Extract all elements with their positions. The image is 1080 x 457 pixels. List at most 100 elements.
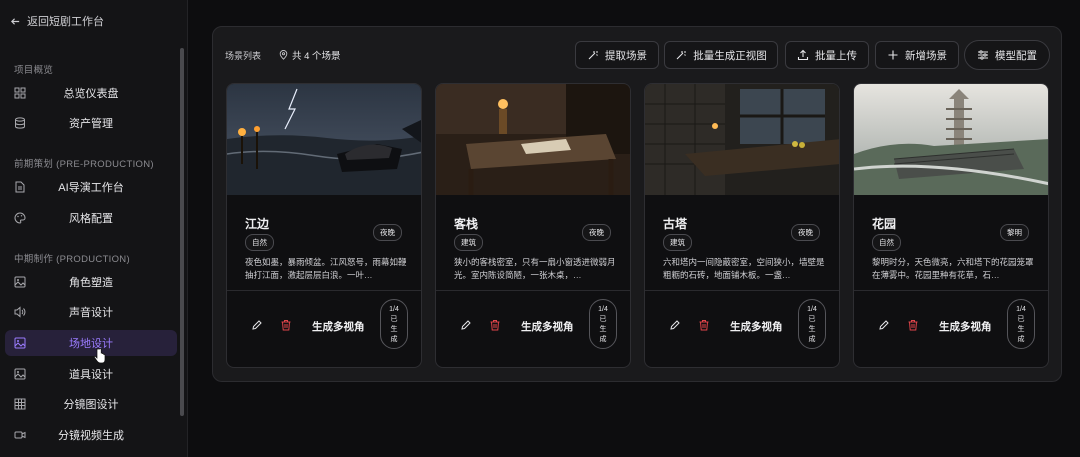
sidebar-item-storyboard[interactable]: 分镜图设计	[5, 391, 177, 417]
button-label: 模型配置	[995, 49, 1037, 62]
pencil-icon[interactable]	[878, 319, 890, 331]
generate-multiview-button[interactable]: 生成多视角	[939, 319, 992, 334]
generate-multiview-button[interactable]: 生成多视角	[521, 319, 574, 334]
scene-card[interactable]: 古塔 建筑 夜晚 六和塔内一间隐蔽密室，空间狭小，墙壁是粗粝的石砖，地面铺木板。…	[644, 83, 840, 368]
sidebar-item-props[interactable]: 道具设计	[5, 361, 177, 387]
progress-badge: 1/4 已 生 成	[798, 299, 826, 349]
progress-text: 已	[599, 316, 607, 323]
batch-upload-button[interactable]: 批量上传	[785, 41, 869, 69]
sliders-icon	[978, 50, 988, 60]
sidebar-item-label: 角色塑造	[69, 277, 113, 289]
scene-card[interactable]: 江边 自然 夜晚 夜色如墨，暴雨倾盆。江风怒号，雨幕如鞭抽打江面，激起层层白浪。…	[226, 83, 422, 368]
generate-multiview-button[interactable]: 生成多视角	[730, 319, 783, 334]
scene-thumbnail[interactable]	[436, 84, 631, 195]
scene-count-label: 共 4 个场景	[292, 51, 341, 62]
time-badge: 夜晚	[373, 224, 402, 241]
section-preproduction: 前期策划 (PRE-PRODUCTION)	[14, 159, 154, 170]
upload-icon	[797, 49, 809, 61]
progress-count: 1/4	[598, 306, 608, 313]
divider	[854, 290, 1048, 291]
progress-badge: 1/4 已 生 成	[589, 299, 617, 349]
sidebar-item-style[interactable]: 风格配置	[5, 205, 177, 231]
scene-name: 花园	[872, 217, 897, 231]
divider	[436, 290, 630, 291]
add-scene-button[interactable]: 新增场景	[875, 41, 959, 69]
scene-description: 黎明时分，天色微亮，六和塔下的花园笼罩在薄雾中。花园里种有花草，石…	[872, 257, 1034, 280]
sidebar-item-sound[interactable]: 声音设计	[5, 299, 177, 325]
category-badge: 建筑	[454, 234, 483, 251]
progress-text: 成	[1017, 336, 1025, 343]
batch-generate-front-view-button[interactable]: 批量生成正视图	[664, 41, 778, 69]
progress-count: 1/4	[1016, 306, 1026, 313]
model-config-button[interactable]: 模型配置	[964, 40, 1050, 70]
sidebar-item-label: 声音设计	[69, 307, 113, 319]
sidebar-item-dashboard[interactable]: 总览仪表盘	[5, 80, 177, 106]
scene-card[interactable]: 客栈 建筑 夜晚 狭小的客栈密室，只有一扇小窗透进微弱月光。室内陈设简陋，一张木…	[435, 83, 631, 368]
scene-name: 江边	[245, 217, 270, 231]
arrow-left-icon	[10, 17, 20, 25]
sidebar-item-label: AI导演工作台	[58, 182, 124, 194]
sidebar-scrollbar[interactable]	[180, 48, 184, 416]
time-badge: 黎明	[1000, 224, 1029, 241]
sidebar-item-assets[interactable]: 资产管理	[5, 110, 177, 136]
pencil-icon[interactable]	[460, 319, 472, 331]
generate-multiview-button[interactable]: 生成多视角	[312, 319, 365, 334]
divider	[645, 290, 839, 291]
time-badge: 夜晚	[582, 224, 611, 241]
sidebar-item-location[interactable]: 场地设计	[5, 330, 177, 356]
scene-thumbnail[interactable]	[645, 84, 840, 195]
extract-scenes-button[interactable]: 提取场景	[575, 41, 659, 69]
trash-icon[interactable]	[280, 319, 292, 331]
section-overview: 项目概览	[14, 65, 54, 76]
progress-badge: 1/4 已 生 成	[380, 299, 408, 349]
button-label: 新增场景	[905, 49, 947, 62]
progress-text: 已	[808, 316, 816, 323]
pencil-icon[interactable]	[251, 319, 263, 331]
magic-wand-icon	[588, 51, 598, 60]
pencil-icon[interactable]	[669, 319, 681, 331]
magic-wand-icon	[676, 51, 687, 60]
sidebar-item-label: 资产管理	[69, 118, 113, 130]
progress-text: 成	[599, 336, 607, 343]
sidebar-item-character[interactable]: 角色塑造	[5, 269, 177, 295]
pointer-cursor-icon	[94, 348, 106, 364]
section-production: 中期制作 (PRODUCTION)	[14, 254, 130, 265]
trash-icon[interactable]	[907, 319, 919, 331]
sidebar: 返回短剧工作台 项目概览 前期策划 (PRE-PRODUCTION) 中期制作 …	[0, 0, 188, 457]
scene-thumbnail[interactable]	[854, 84, 1049, 195]
back-label: 返回短剧工作台	[27, 16, 104, 28]
trash-icon[interactable]	[698, 319, 710, 331]
plus-icon	[888, 50, 898, 60]
sidebar-item-label: 道具设计	[69, 369, 113, 381]
sidebar-item-label: 分镜视频生成	[58, 430, 124, 442]
progress-count: 1/4	[807, 306, 817, 313]
button-label: 批量生成正视图	[693, 49, 767, 62]
scene-thumbnail[interactable]	[227, 84, 422, 195]
progress-text: 生	[808, 326, 816, 333]
back-link[interactable]: 返回短剧工作台	[10, 13, 104, 29]
sidebar-item-label: 分镜图设计	[63, 399, 119, 411]
scene-description: 夜色如墨，暴雨倾盆。江风怒号，雨幕如鞭抽打江面，激起层层白浪。一叶…	[245, 257, 407, 280]
time-badge: 夜晚	[791, 224, 820, 241]
button-label: 提取场景	[605, 49, 647, 62]
trash-icon[interactable]	[489, 319, 501, 331]
category-badge: 自然	[872, 234, 901, 251]
scene-description: 六和塔内一间隐蔽密室，空间狭小，墙壁是粗粝的石砖，地面铺木板。一盏…	[663, 257, 825, 280]
progress-text: 生	[1017, 326, 1025, 333]
sidebar-item-ai-director[interactable]: AI导演工作台	[5, 174, 177, 200]
scene-card[interactable]: 花园 自然 黎明 黎明时分，天色微亮，六和塔下的花园笼罩在薄雾中。花园里种有花草…	[853, 83, 1049, 368]
progress-badge: 1/4 已 生 成	[1007, 299, 1035, 349]
sidebar-item-label: 风格配置	[69, 213, 113, 225]
progress-text: 成	[808, 336, 816, 343]
progress-text: 生	[390, 326, 398, 333]
sidebar-item-video[interactable]: 分镜视频生成	[5, 422, 177, 448]
progress-count: 1/4	[389, 306, 399, 313]
scene-description: 狭小的客栈密室，只有一扇小窗透进微弱月光。室内陈设简陋，一张木桌，…	[454, 257, 616, 280]
progress-text: 成	[390, 336, 398, 343]
scene-name: 客栈	[454, 217, 479, 231]
sidebar-item-label: 总览仪表盘	[63, 88, 119, 100]
scene-panel: 场景列表 共 4 个场景 提取场景 批量生成正视图 批量上传 新增场景 模型配置…	[212, 26, 1062, 382]
scene-name: 古塔	[663, 217, 688, 231]
panel-title: 场景列表	[225, 51, 262, 61]
progress-text: 已	[390, 316, 398, 323]
